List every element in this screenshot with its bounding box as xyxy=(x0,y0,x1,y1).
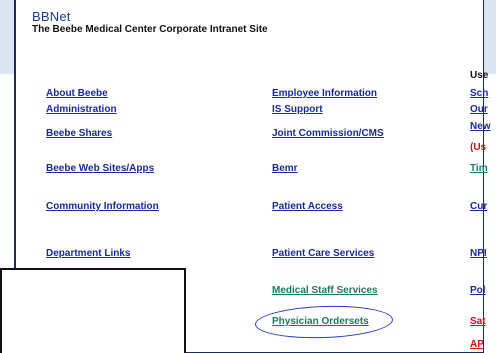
link-beebe-web-sites-apps[interactable]: Beebe Web Sites/Apps xyxy=(46,163,154,174)
link-department-links[interactable]: Department Links xyxy=(46,248,130,259)
site-title: BBNet xyxy=(32,9,71,24)
link-medical-staff-services[interactable]: Medical Staff Services xyxy=(272,285,378,296)
link-administration[interactable]: Administration xyxy=(46,104,117,115)
link-patient-access[interactable]: Patient Access xyxy=(272,201,343,212)
link-col3-pol[interactable]: Pol xyxy=(470,285,486,296)
column3-note: (Us xyxy=(470,142,487,153)
column3-header: Use xyxy=(470,70,489,81)
link-is-support[interactable]: IS Support xyxy=(272,104,323,115)
link-col3-npi[interactable]: NPI xyxy=(470,248,487,259)
link-col3-new[interactable]: New xyxy=(470,121,491,132)
overlay-window xyxy=(0,268,186,353)
link-beebe-shares[interactable]: Beebe Shares xyxy=(46,128,112,139)
link-about-beebe[interactable]: About Beebe xyxy=(46,88,108,99)
link-patient-care-services[interactable]: Patient Care Services xyxy=(272,248,374,259)
link-col3-ap[interactable]: AP xyxy=(470,339,484,350)
link-col3-tim[interactable]: Tim xyxy=(470,163,488,174)
link-col3-sat[interactable]: Sat xyxy=(470,316,486,327)
link-employee-information[interactable]: Employee Information xyxy=(272,88,377,99)
link-col3-cur[interactable]: Cur xyxy=(470,201,487,212)
link-col3-our[interactable]: Our xyxy=(470,104,488,115)
link-joint-commission-cms[interactable]: Joint Commission/CMS xyxy=(272,128,384,139)
link-bemr[interactable]: Bemr xyxy=(272,163,298,174)
site-subtitle: The Beebe Medical Center Corporate Intra… xyxy=(32,24,268,35)
link-community-information[interactable]: Community Information xyxy=(46,201,159,212)
link-col3-sch[interactable]: Sch xyxy=(470,88,488,99)
